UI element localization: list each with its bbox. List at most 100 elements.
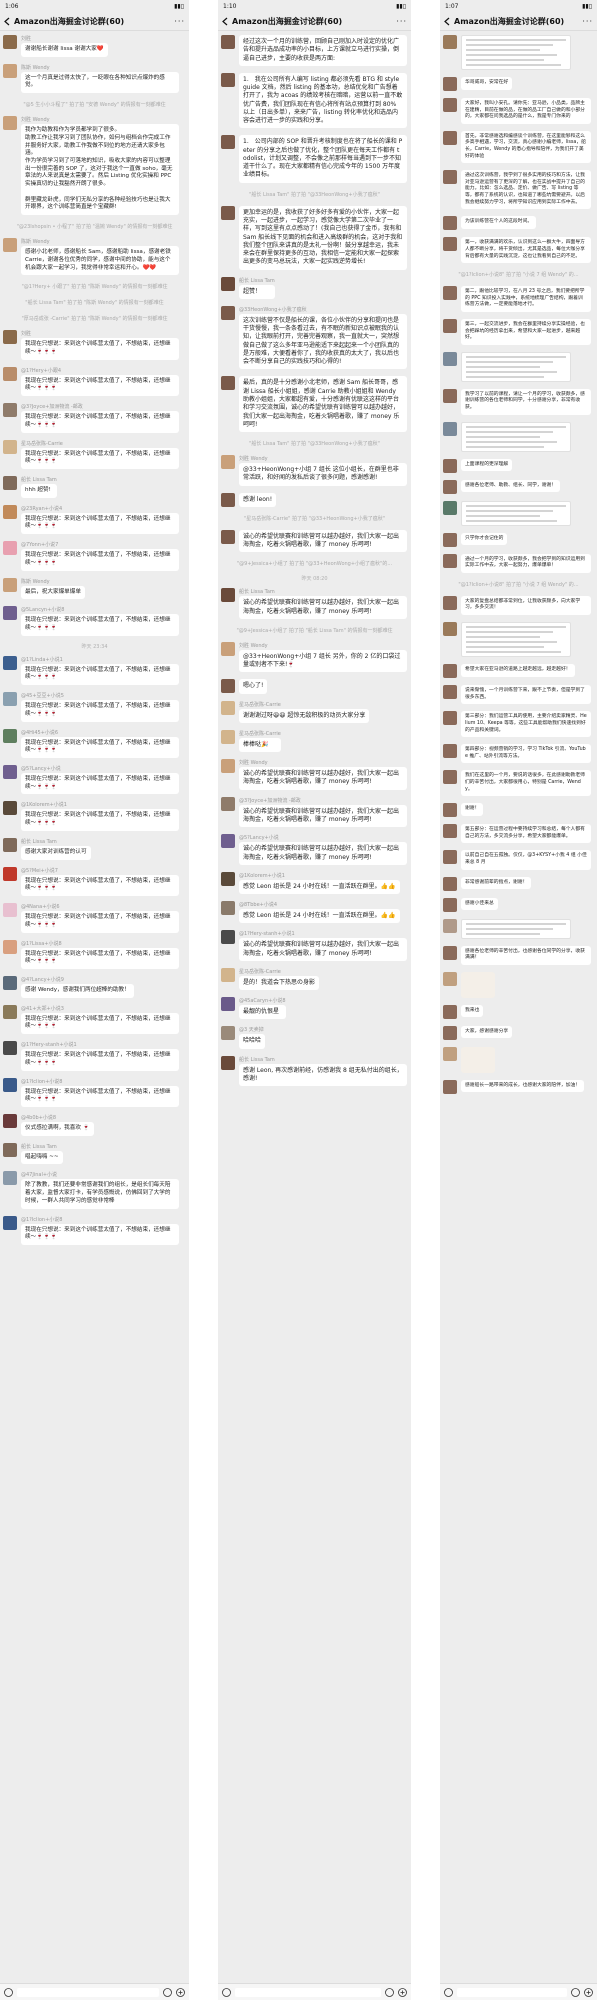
avatar[interactable] [443, 500, 457, 515]
message-bubble[interactable]: 我现在只想说：来到这个训练营太值了，不想结束，还想继续～🍷🍷🍷 [21, 700, 179, 722]
message-bubble[interactable]: 诚心的希望优联赛和训练营可以越办越好，我们大家一起出海掏金，吃着火锅唱着歌，赚了… [239, 596, 407, 619]
message-bubble[interactable]: 仪式感拉满啊，我喜欢 🍷 [21, 1121, 94, 1136]
avatar[interactable] [443, 945, 457, 960]
message-bubble[interactable]: 最靓的仇恨星 [239, 1005, 286, 1020]
message-bubble[interactable]: 感谢 leon! [239, 492, 277, 507]
message-bubble[interactable]: 感觉 Leon 组长是 24 小时在线！一直活跃在群里。👍👍 [239, 879, 400, 895]
avatar[interactable] [221, 834, 235, 849]
message-bubble[interactable]: @33+HeonWong+小组 7 组长 另外，你的 2 亿的口袋过量或别者不下… [239, 649, 407, 673]
avatar[interactable] [443, 1025, 457, 1040]
message-bubble[interactable]: 诚心的希望优联赛和训练营可以越办越好，我们大家一起出海掏金，吃着火锅唱着歌，赚了… [239, 767, 407, 790]
avatar[interactable] [443, 237, 457, 252]
message-bubble[interactable]: 谢谢船长谢谢 lissa 谢谢大家❤️ [21, 43, 108, 57]
message-bubble[interactable]: 我现在只想说：来到这个训练营太值了，不想结束，还想继续～🍷🍷🍷 [21, 1012, 179, 1035]
back-arrow-icon[interactable] [4, 17, 10, 26]
message-bubble[interactable]: 大家的复盘总结都非常到位，让我收获颇多，向大家学习，多多交流！ [461, 595, 591, 616]
avatar[interactable] [3, 330, 17, 345]
emoji-icon[interactable] [163, 1987, 172, 1997]
avatar[interactable] [443, 744, 457, 759]
message-bubble[interactable]: 1. 我在公司所有人编写 listing 都必须先看 BTG 和 style g… [239, 72, 407, 129]
avatar[interactable] [3, 728, 17, 743]
message-bubble[interactable]: 我现在只想说：来到这个训练营太值了，不想结束，还想继续～🍷🍷🍷 [21, 374, 179, 397]
message-input[interactable] [17, 1987, 159, 1997]
avatar[interactable] [443, 98, 457, 112]
message-list[interactable]: 刘胜 谢谢船长谢谢 lissa 谢谢大家❤️ 陈斯 Wendy 这一个月真是过得太快了… [0, 31, 189, 1245]
avatar[interactable] [3, 939, 17, 954]
message-bubble[interactable]: 上面课程的更深理解 [461, 458, 513, 472]
avatar[interactable] [221, 679, 235, 694]
avatar[interactable] [443, 622, 457, 637]
plus-icon[interactable] [584, 1987, 593, 1997]
message-bubble[interactable]: 诚心的希望优联赛和训练营可以越办越好，我们大家一起出海掏金，吃着火锅唱着歌，赚了… [239, 842, 407, 865]
sticker-image[interactable] [461, 1046, 495, 1073]
image-message[interactable] [461, 918, 571, 939]
message-bubble[interactable]: 第三，一起交流进步，我会在群里持续分享实操经验，也会把踩坑的经历拿出来，希望和大… [461, 318, 591, 345]
more-options-icon[interactable]: ··· [396, 17, 407, 26]
message-bubble[interactable]: 第一，收获满满的欢乐，认识到这么一群大牛，四面导方人都不断分享，将干货倾出，尤其… [461, 237, 591, 264]
avatar[interactable] [443, 1004, 457, 1019]
avatar[interactable] [443, 170, 457, 185]
avatar[interactable] [443, 824, 457, 839]
message-bubble[interactable]: 诚心的希望优联赛和训练营可以越办越好，我们大家一起出海掏金，吃着火锅唱着歌，赚了… [239, 938, 407, 961]
avatar[interactable] [221, 930, 235, 945]
message-bubble[interactable]: 我学习了以前的课程，请让一个月的学习，收获颇多，感谢训练营的各位老师和同学，十分… [461, 388, 591, 415]
message-bubble[interactable]: 经过这次一个月的训练营，回顾自己刚加入时设定的优化广告和提升选品成功率的小目标，… [239, 35, 407, 66]
message-input[interactable] [235, 1987, 381, 1997]
back-arrow-icon[interactable] [444, 17, 450, 26]
avatar[interactable] [443, 351, 457, 366]
message-bubble[interactable]: 以前自己自在五孤独。仅仅，@3+KYSY+小我 4 组 小佳来总 8 月 [461, 850, 591, 870]
message-bubble[interactable]: 除了教教，我们还要非常感谢我们的组长，是组长们每天陪着大家，监督大家打卡，有学员… [21, 1179, 179, 1209]
back-arrow-icon[interactable] [222, 17, 228, 26]
message-bubble[interactable]: 第四部分：视频营销的学习，学习 TikTok 引流、YouTube 推广、站外引… [461, 744, 591, 764]
avatar[interactable] [3, 1113, 17, 1128]
image-message[interactable] [461, 35, 571, 70]
more-options-icon[interactable]: ··· [174, 17, 185, 26]
message-bubble[interactable]: 大家好，我叫小安孔。请你先：亚马逊，小品类，品牌主在建精，目前在做的品，在做的品… [461, 98, 591, 124]
avatar[interactable] [221, 997, 235, 1012]
message-bubble[interactable]: 我现在只想说：来到这个训练营太值了，不想结束，还想继续～🍷🍷🍷 [21, 614, 179, 636]
message-bubble[interactable]: 我现在只想说：来到这个训练营太值了，不想结束，还想继续～🍷🍷🍷 [21, 338, 179, 360]
voice-icon[interactable] [444, 1987, 453, 1997]
image-message[interactable] [461, 500, 571, 526]
avatar[interactable] [3, 765, 17, 780]
message-bubble[interactable]: 最后，祝大家爆单爆单 [21, 585, 85, 600]
avatar[interactable] [443, 918, 457, 933]
message-bubble[interactable]: 最后，真的是十分感谢小北老师，感谢 Sam 船长哥哥，感谢 Lissa 船长小姐… [239, 376, 407, 433]
avatar[interactable] [221, 492, 235, 507]
message-bubble[interactable]: 我现在只想说：来到这个训练营太值了，不想结束，还想继续～🍷🍷🍷 [21, 447, 179, 469]
avatar[interactable] [3, 541, 17, 556]
avatar[interactable] [443, 35, 457, 49]
message-bubble[interactable]: 我现在只想说：来到这个训练营太值了，不想结束，还想继续～🍷🍷🍷 [21, 512, 179, 535]
message-bubble[interactable]: 这次训练营不仅是船长的课，各位小伙伴的分享和提问也是干货慢慢，我一条条看过去，有… [239, 313, 407, 370]
avatar[interactable] [221, 276, 235, 291]
avatar[interactable] [3, 475, 17, 490]
avatar[interactable] [443, 286, 457, 301]
message-bubble[interactable]: 谢谢谢过呀😆😆 超惊无敌积极的动员大家分享 [239, 708, 370, 723]
message-bubble[interactable]: 通过这次训练营，我学到了很多实用的技巧和方法，让我对亚马逊运营有了更深的了解，也… [461, 170, 591, 210]
message-bubble[interactable]: 我现在只想说：来到这个训练营太值了，不想结束，还想继续～🍷🍷🍷 [21, 809, 179, 831]
message-bubble[interactable]: 超赞！ [239, 284, 275, 299]
message-bubble[interactable]: 我现在只想说：来到这个训练营太值了，不想结束，还想继续～🍷🍷🍷 [21, 1223, 179, 1245]
message-list[interactable]: 华哥威哥，安常在好大家好，我叫小安孔。请你先：亚马逊，小品类，品牌主在建精，目前… [440, 31, 597, 1094]
message-bubble[interactable]: 1. 公司内部的 SOP 和晋升考核制度也在将了船长的课和 Peter 的分享之… [239, 135, 407, 183]
avatar[interactable] [3, 606, 17, 621]
message-bubble[interactable]: 大家，感谢感谢分享 [461, 1025, 513, 1039]
avatar[interactable] [443, 130, 457, 145]
avatar[interactable] [3, 403, 17, 418]
avatar[interactable] [221, 901, 235, 916]
avatar[interactable] [3, 35, 17, 49]
message-bubble[interactable]: 华哥威哥，安常在好 [461, 77, 513, 90]
avatar[interactable] [221, 700, 235, 715]
emoji-icon[interactable] [571, 1987, 580, 1997]
avatar[interactable] [443, 770, 457, 785]
message-bubble[interactable]: 我现在只想说：来到这个训练营太值了，不想结束，还想继续～🍷🍷🍷 [21, 1049, 179, 1071]
plus-icon[interactable] [176, 1987, 185, 1997]
message-bubble[interactable]: 嗯心了! [239, 679, 268, 694]
avatar[interactable] [443, 318, 457, 333]
message-bubble[interactable]: 第五部分：在运营过程中要持续学习和总结，每个人都有自己的方法，多交流多分享，希望… [461, 824, 591, 844]
message-input[interactable] [457, 1987, 567, 1997]
avatar[interactable] [3, 238, 17, 253]
message-bubble[interactable]: 感谢 Leon, 再次感谢前经，仿感谢我 8 组无私付出的组长，感谢! [239, 1063, 407, 1087]
message-bubble[interactable]: 我现在只想说：来到这个训练营太值了，不想结束，还想继续～🍷🍷🍷 [21, 411, 179, 433]
avatar[interactable] [221, 759, 235, 774]
